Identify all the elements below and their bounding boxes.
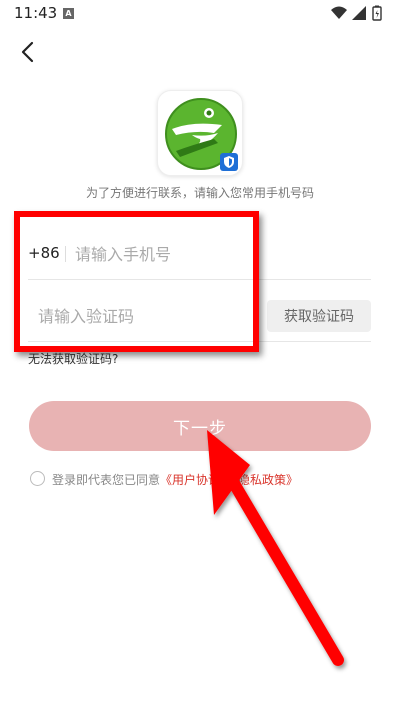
signal-icon: [352, 6, 366, 20]
verify-code-input[interactable]: [38, 300, 238, 332]
get-code-button[interactable]: 获取验证码: [267, 300, 371, 332]
subtitle-hint: 为了方便进行联系，请输入您常用手机号码: [85, 186, 314, 200]
app-logo: [157, 90, 243, 176]
agreement-prefix: 登录即代表您已同意: [52, 473, 161, 487]
verify-code-row: 获取验证码: [28, 290, 371, 342]
next-button[interactable]: 下一步: [29, 401, 371, 451]
cant-get-code-link[interactable]: 无法获取验证码?: [28, 350, 118, 367]
phone-input[interactable]: [75, 238, 335, 270]
status-icons: [331, 5, 382, 21]
status-bar: 11:43 A: [0, 0, 400, 28]
notification-icon: A: [63, 8, 74, 19]
chevron-left-icon: [21, 41, 34, 63]
privacy-policy-link[interactable]: 《隐私政策》: [232, 473, 298, 487]
divider: [65, 246, 66, 262]
shield-badge-icon: [220, 153, 238, 171]
phone-row: +86: [28, 228, 371, 280]
back-button[interactable]: [14, 38, 42, 66]
user-agreement-link[interactable]: 《用户协议》: [160, 473, 232, 487]
wifi-icon: [331, 6, 347, 19]
agreement-text: 登录即代表您已同意《用户协议》《隐私政策》: [52, 471, 298, 488]
status-time: 11:43: [14, 4, 58, 22]
country-code-selector[interactable]: +86: [28, 244, 60, 262]
agree-checkbox[interactable]: [30, 471, 45, 486]
